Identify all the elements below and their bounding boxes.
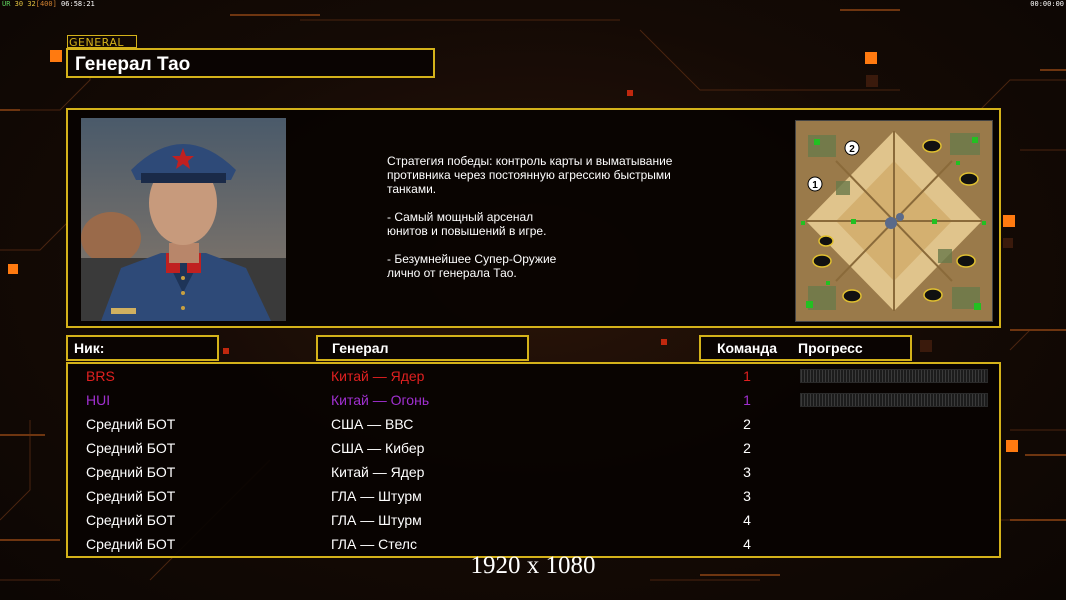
nick-header-label: Ник:: [74, 340, 105, 356]
fps-value: 30: [14, 0, 24, 8]
player-list: BRS Китай — Ядер 1 HUI Китай — Огонь 1 Средний…: [66, 362, 1001, 558]
system-status-bar: ÜR 30 32[400] 06:58:21 00:00:00: [0, 0, 1066, 9]
player-general: США — Кибер: [331, 440, 425, 456]
fps-label: ÜR: [2, 0, 11, 8]
player-row[interactable]: Средний БОТ Китай — Ядер 3: [68, 460, 999, 484]
team-header-label: Команда: [717, 340, 777, 356]
player-team: 2: [743, 416, 751, 432]
general-name-box: Генерал Тао: [66, 48, 435, 78]
player-nick: BRS: [86, 368, 115, 384]
player-nick: Средний БОТ: [86, 512, 176, 528]
team-progress-header[interactable]: Команда Прогресс: [699, 335, 912, 361]
player-team: 3: [743, 464, 751, 480]
player-nick: HUI: [86, 392, 111, 408]
nick-header[interactable]: Ник:: [66, 335, 219, 361]
game-timer: 00:00:00: [1030, 0, 1064, 8]
map-marker-2: 2: [849, 144, 855, 155]
player-team: 1: [743, 368, 751, 384]
player-team: 2: [743, 440, 751, 456]
player-general: ГЛА — Штурм: [331, 488, 422, 504]
general-description: Стратегия победы: контроль карты и вымат…: [387, 154, 673, 280]
fps-readout: ÜR 30 32[400] 06:58:21: [2, 0, 95, 9]
map-preview[interactable]: 2 1: [795, 120, 993, 322]
map-marker-1: 1: [812, 180, 818, 191]
player-row[interactable]: Средний БОТ США — ВВС 2: [68, 412, 999, 436]
player-row[interactable]: HUI Китай — Огонь 1: [68, 388, 999, 412]
general-tag: GENERAL: [67, 35, 137, 49]
player-nick: Средний БОТ: [86, 488, 176, 504]
player-nick: Средний БОТ: [86, 440, 176, 456]
clock: 06:58:21: [61, 0, 95, 8]
resolution-label: 1920 x 1080: [470, 552, 596, 579]
player-row[interactable]: BRS Китай — Ядер 1: [68, 364, 999, 388]
player-row[interactable]: Средний БОТ ГЛА — Штурм 3: [68, 484, 999, 508]
player-general: ГЛА — Штурм: [331, 512, 422, 528]
general-portrait: [81, 118, 286, 321]
player-general: Китай — Ядер: [331, 464, 425, 480]
general-header-label: Генерал: [332, 340, 389, 356]
player-general: Китай — Ядер: [331, 368, 425, 384]
player-nick: Средний БОТ: [86, 464, 176, 480]
player-team: 1: [743, 392, 751, 408]
player-general: Китай — Огонь: [331, 392, 430, 408]
fps-value-b: 32: [27, 0, 36, 8]
loading-progress-bar: [800, 369, 988, 383]
general-header[interactable]: Генерал: [316, 335, 529, 361]
player-nick: Средний БОТ: [86, 416, 176, 432]
player-general: США — ВВС: [331, 416, 414, 432]
player-row[interactable]: Средний БОТ ГЛА — Штурм 4: [68, 508, 999, 532]
player-team: 4: [743, 512, 751, 528]
fps-limit: [400]: [35, 0, 57, 8]
general-info-panel: Стратегия победы: контроль карты и вымат…: [66, 108, 1001, 328]
player-team: 3: [743, 488, 751, 504]
general-name: Генерал Тао: [75, 54, 191, 75]
progress-header-label: Прогресс: [798, 340, 863, 356]
player-row[interactable]: Средний БОТ США — Кибер 2: [68, 436, 999, 460]
loading-progress-bar: [800, 393, 988, 407]
